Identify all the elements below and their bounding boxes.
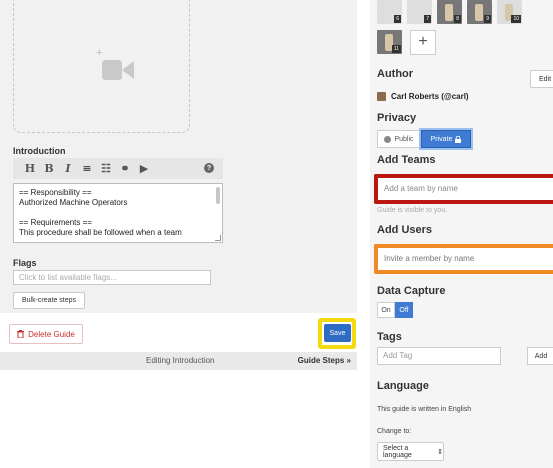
photo-thumbnails-row2: 11 + <box>377 29 436 55</box>
editor-toolbar: H B I ≡ ☷ ⚭ ▶ ? <box>13 158 223 179</box>
delete-guide-button[interactable]: Delete Guide <box>9 324 83 344</box>
invite-member-input[interactable]: Invite a member by name <box>380 250 553 268</box>
delete-guide-label: Delete Guide <box>28 329 75 339</box>
privacy-public-label: Public <box>394 135 414 143</box>
photo-thumbnail[interactable]: 9 <box>467 0 492 24</box>
language-change-label: Change to: <box>377 428 412 435</box>
capture-on-button[interactable]: On <box>377 302 395 318</box>
chevron-updown-icon: ⇕ <box>437 448 443 456</box>
textarea-scrollbar[interactable] <box>216 187 220 204</box>
data-capture-toggle: On Off <box>377 302 413 318</box>
intro-line: Authorized Machine Operators <box>19 198 128 207</box>
photo-number: 10 <box>511 15 521 23</box>
privacy-private-button[interactable]: Private <box>421 130 471 148</box>
users-input-highlight: Invite a member by name <box>374 244 553 274</box>
guide-steps-link[interactable]: Guide Steps » <box>298 356 351 365</box>
introduction-title: Introduction <box>13 146 66 156</box>
svg-text:+: + <box>96 47 102 59</box>
video-button[interactable]: ▶ <box>135 158 153 179</box>
trash-icon <box>17 330 25 338</box>
photo-thumbnail[interactable]: 10 <box>497 0 522 24</box>
bold-button[interactable]: B <box>40 158 58 179</box>
tags-title: Tags <box>377 331 402 343</box>
numbered-list-button[interactable]: ☷ <box>97 158 115 179</box>
flags-title: Flags <box>13 258 37 268</box>
language-select-value: Select a language <box>383 444 412 459</box>
privacy-toggle: Public Private <box>377 130 471 148</box>
resize-handle-icon[interactable] <box>215 235 221 241</box>
privacy-title: Privacy <box>377 112 417 124</box>
photo-thumbnail[interactable]: 7 <box>407 0 432 24</box>
author-name: Carl Roberts (@carl) <box>391 92 469 101</box>
privacy-private-label: Private <box>430 135 453 143</box>
flags-input[interactable]: Click to list available flags... <box>13 270 211 285</box>
photo-thumbnail[interactable]: 11 <box>377 30 402 54</box>
photo-number: 8 <box>454 15 461 23</box>
photo-image <box>445 4 453 21</box>
language-select[interactable]: Select a language ⇕ <box>377 442 444 461</box>
photo-number: 7 <box>424 15 431 23</box>
team-input[interactable]: Add a team by name <box>380 180 553 198</box>
privacy-public-button[interactable]: Public <box>377 130 421 148</box>
heading-button[interactable]: H <box>21 158 39 179</box>
add-teams-title: Add Teams <box>377 154 436 166</box>
guide-sidebar: 6 7 8 9 10 11 + Author Edit Carl Roberts… <box>370 0 553 468</box>
photo-number: 9 <box>484 15 491 23</box>
photo-thumbnail[interactable]: 8 <box>437 0 462 24</box>
tag-input[interactable]: Add Tag <box>377 347 501 365</box>
author-edit-button[interactable]: Edit <box>530 70 553 88</box>
add-tag-button[interactable]: Add <box>527 347 553 365</box>
visibility-hint: Guide is visible to you. <box>377 207 448 214</box>
photo-thumbnails: 6 7 8 9 10 <box>377 0 522 24</box>
add-photo-button[interactable]: + <box>410 29 436 55</box>
capture-off-button[interactable]: Off <box>395 302 413 318</box>
photo-number: 11 <box>391 45 401 53</box>
add-users-title: Add Users <box>377 224 433 236</box>
globe-icon <box>384 135 392 143</box>
introduction-textarea[interactable]: == Responsibility == Authorized Machine … <box>13 183 223 243</box>
photo-number: 6 <box>394 15 401 23</box>
save-button[interactable]: Save <box>324 324 351 342</box>
help-icon[interactable]: ? <box>204 163 214 173</box>
team-input-highlight: Add a team by name <box>374 174 553 204</box>
status-bar: Editing Introduction Guide Steps » <box>0 352 357 370</box>
intro-line: This procedure shall be followed when a … <box>19 228 182 237</box>
link-button[interactable]: ⚭ <box>116 158 134 179</box>
intro-line: == Requirements == <box>19 218 92 227</box>
add-video-icon: + <box>96 47 134 80</box>
lock-icon <box>455 135 462 143</box>
bullet-list-button[interactable]: ≡ <box>78 158 96 179</box>
photo-thumbnail[interactable]: 6 <box>377 0 402 24</box>
avatar <box>377 92 386 101</box>
intro-line <box>19 208 208 218</box>
author-title: Author <box>377 68 414 80</box>
data-capture-title: Data Capture <box>377 285 446 297</box>
photo-image <box>475 4 483 21</box>
bulk-create-steps-button[interactable]: Bulk-create steps <box>13 292 85 309</box>
editor-panel: + Introduction H B I ≡ ☷ ⚭ ▶ ? == Respon… <box>0 0 362 468</box>
editing-status: Editing Introduction <box>146 356 215 365</box>
italic-button[interactable]: I <box>59 158 77 179</box>
language-title: Language <box>377 380 429 392</box>
video-dropzone[interactable]: + <box>13 0 190 133</box>
save-highlight: Save <box>318 318 356 349</box>
intro-line: == Responsibility == <box>19 188 92 197</box>
language-written-text: This guide is written in English <box>377 406 472 413</box>
author-info: Carl Roberts (@carl) <box>377 92 469 101</box>
